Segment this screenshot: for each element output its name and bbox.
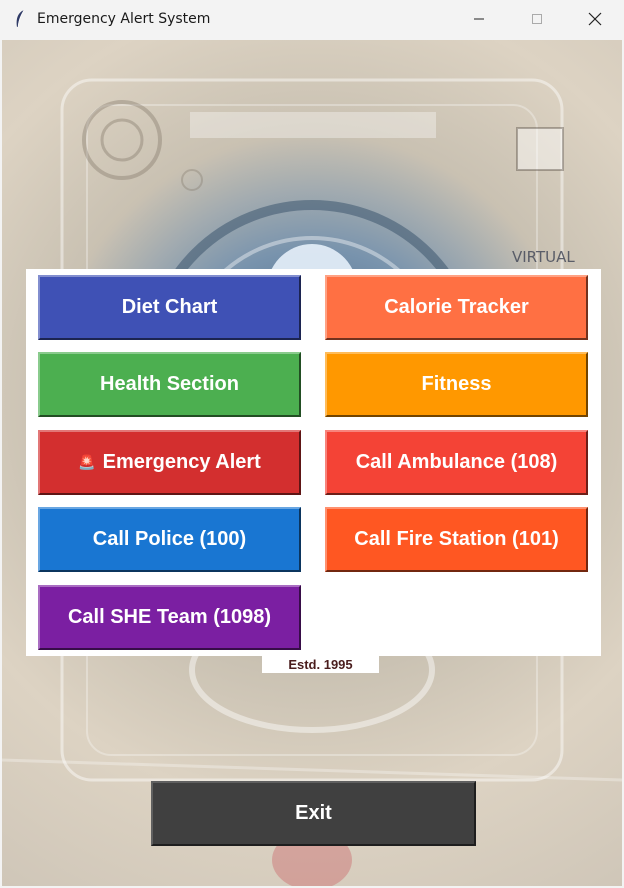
call-police-label: Call Police (100) (92, 528, 247, 550)
fitness-button[interactable]: Fitness (325, 352, 588, 417)
maximize-button[interactable] (508, 0, 566, 38)
call-she-team-label: Call SHE Team (1098) (67, 606, 272, 628)
diet-chart-button[interactable]: Diet Chart (38, 275, 301, 340)
call-fire-station-button[interactable]: Call Fire Station (101) (325, 507, 588, 572)
minimize-button[interactable] (450, 0, 508, 38)
established-label: Estd. 1995 (262, 656, 379, 673)
calorie-tracker-button[interactable]: Calorie Tracker (325, 275, 588, 340)
close-icon (588, 12, 602, 26)
exit-label: Exit (295, 802, 332, 824)
call-fire-station-label: Call Fire Station (101) (354, 528, 559, 550)
health-section-label: Health Section (100, 373, 239, 395)
health-section-button[interactable]: Health Section (38, 352, 301, 417)
call-she-team-button[interactable]: Call SHE Team (1098) (38, 585, 301, 650)
minimize-icon (474, 18, 484, 20)
app-window: Emergency Alert System VIRTUAL Estd. 199… (0, 0, 624, 888)
call-police-button[interactable]: Call Police (100) (38, 507, 301, 572)
exit-button[interactable]: Exit (151, 781, 476, 846)
call-ambulance-label: Call Ambulance (108) (355, 451, 558, 473)
feather-icon (12, 9, 28, 29)
call-ambulance-button[interactable]: Call Ambulance (108) (325, 430, 588, 495)
diet-chart-label: Diet Chart (121, 296, 218, 318)
title-bar: Emergency Alert System (0, 0, 624, 38)
calorie-tracker-label: Calorie Tracker (384, 296, 529, 318)
emergency-alert-label: Emergency Alert (102, 451, 261, 473)
emergency-alert-button[interactable]: 🚨 Emergency Alert (38, 430, 301, 495)
siren-icon: 🚨 (78, 454, 96, 471)
maximize-icon (532, 14, 542, 24)
button-panel: Diet Chart Calorie Tracker Health Sectio… (26, 269, 601, 656)
fitness-label: Fitness (421, 373, 492, 395)
window-title: Emergency Alert System (37, 11, 211, 27)
svg-text:VIRTUAL: VIRTUAL (512, 248, 575, 266)
close-button[interactable] (566, 0, 624, 38)
